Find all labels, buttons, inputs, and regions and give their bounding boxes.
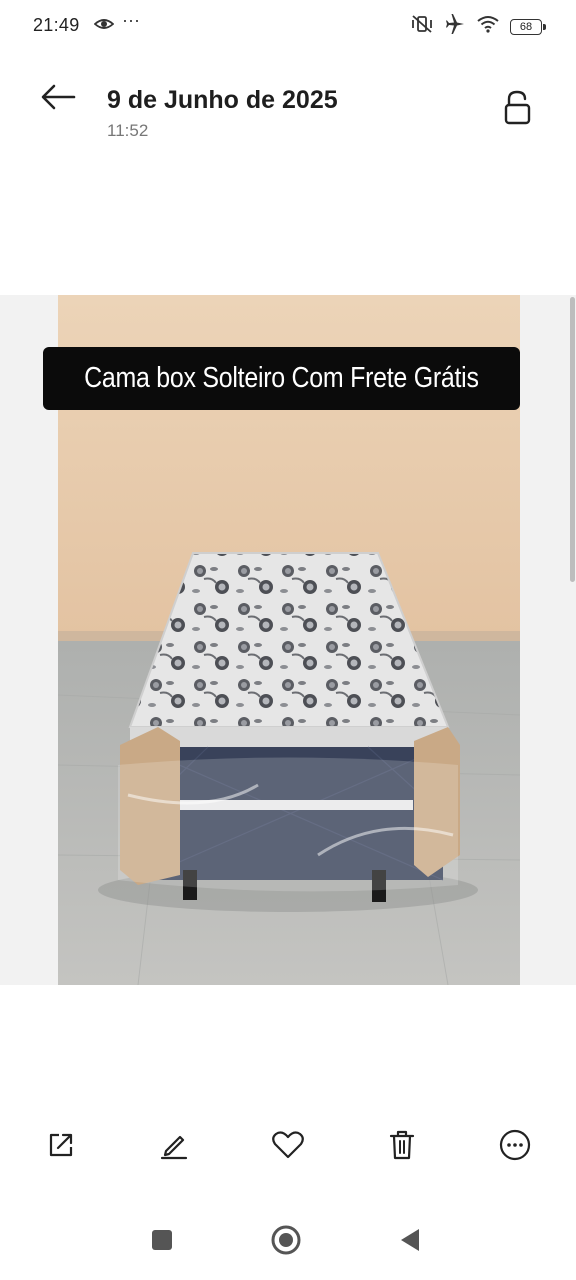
photo-caption-box: Cama box Solteiro Com Frete Grátis xyxy=(43,347,520,410)
eye-icon xyxy=(93,17,115,36)
vibrate-off-icon xyxy=(410,14,434,39)
triangle-back-icon xyxy=(401,1229,419,1251)
photo-toolbar xyxy=(0,1120,576,1180)
scrollbar[interactable] xyxy=(570,297,575,582)
page-subtitle-time: 11:52 xyxy=(107,121,149,140)
trash-icon xyxy=(389,1130,415,1160)
system-navigation-bar xyxy=(0,1215,576,1275)
status-bar: 21:49 ··· 68 xyxy=(0,0,576,52)
share-button[interactable] xyxy=(36,1120,86,1170)
photo-caption-text: Cama box Solteiro Com Frete Grátis xyxy=(84,362,479,394)
more-options-button[interactable] xyxy=(490,1120,540,1170)
home-button[interactable] xyxy=(261,1215,311,1265)
home-circle-icon xyxy=(271,1225,301,1255)
unlock-icon xyxy=(504,90,531,125)
heart-icon xyxy=(272,1131,304,1159)
status-time: 21:49 xyxy=(33,15,80,35)
more-notifications-icon: ··· xyxy=(122,10,140,30)
recent-apps-button[interactable] xyxy=(137,1215,187,1265)
more-horizontal-icon xyxy=(499,1129,531,1161)
square-icon xyxy=(152,1230,172,1250)
edit-icon xyxy=(160,1135,188,1160)
status-icons: 68 xyxy=(410,14,546,39)
page-title: 9 de Junho de 2025 xyxy=(107,86,338,114)
lock-button[interactable] xyxy=(500,88,536,128)
airplane-icon xyxy=(444,14,466,39)
back-button[interactable] xyxy=(38,80,78,114)
battery-icon: 68 xyxy=(510,18,546,35)
arrow-left-icon xyxy=(41,84,76,110)
delete-button[interactable] xyxy=(377,1120,427,1170)
edit-button[interactable] xyxy=(149,1120,199,1170)
share-icon xyxy=(49,1133,73,1157)
favorite-button[interactable] xyxy=(263,1120,313,1170)
back-nav-button[interactable] xyxy=(385,1215,435,1265)
wifi-icon xyxy=(476,15,500,38)
